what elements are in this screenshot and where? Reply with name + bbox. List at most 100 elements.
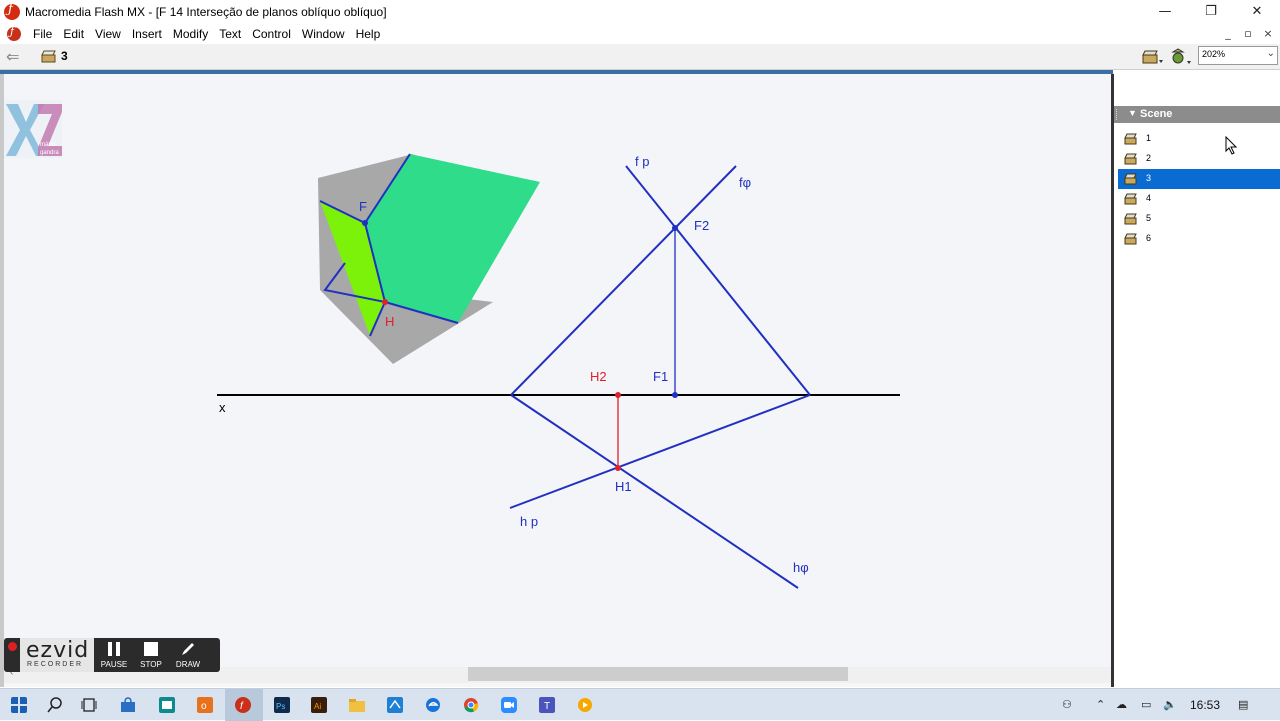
svg-text:Ps: Ps [276,702,285,711]
pause-label: PAUSE [100,660,128,669]
trace-fp [625,165,811,396]
draw-button[interactable]: DRAW [170,638,206,672]
clapperboard-icon [1124,173,1137,185]
scene-item-3[interactable]: 3 [1118,169,1280,189]
scene-item-label: 6 [1146,233,1152,243]
scene-panel-header[interactable]: ▼ Scene [1114,106,1280,123]
doc-close-button[interactable]: × [1260,25,1276,41]
close-button[interactable]: ✕ [1234,0,1280,23]
ezvid-logo: ezvid RECORDER [20,638,94,672]
media-player-icon[interactable] [577,697,593,713]
doc-minimize-button[interactable]: _ [1220,25,1236,41]
label-fphi: fφ [739,175,751,190]
scene-item-1[interactable]: 1 [1118,129,1280,149]
watermark-text-1: mário [40,142,56,148]
grip-icon[interactable] [1116,109,1120,120]
svg-text:Ai: Ai [314,702,321,711]
scene-item-2[interactable]: 2 [1118,149,1280,169]
minimize-button[interactable]: — [1142,0,1188,23]
menu-bar: File Edit View Insert Modify Text Contro… [0,23,1280,44]
store-icon[interactable] [120,697,136,713]
menu-control[interactable]: Control [249,27,299,41]
document-icon[interactable] [7,25,21,41]
scene-panel-title: Scene [1140,108,1173,120]
menu-view[interactable]: View [92,27,129,41]
menu-insert[interactable]: Insert [129,27,170,41]
label-fp: f p [635,154,649,169]
ezvid-recorder-toolbar: ezvid RECORDER PAUSE STOP DRAW [4,638,220,672]
pencil-icon [182,643,194,655]
current-scene-label: 3 [61,49,68,63]
solid-label-H: H [385,314,394,329]
teams-icon[interactable]: T [539,697,555,713]
back-arrow-icon[interactable]: ⇐ [6,47,19,66]
app-teal-icon[interactable] [159,697,175,713]
scroll-thumb[interactable] [468,667,848,681]
menu-edit[interactable]: Edit [60,27,92,41]
scene-item-label: 2 [1146,153,1152,163]
notifications-icon[interactable]: ▤ [1238,698,1248,711]
battery-icon[interactable]: ▭ [1141,698,1151,711]
zoom-select[interactable]: 202% ⌄ [1198,46,1278,65]
file-explorer-icon[interactable] [349,697,365,713]
ezvid-logo-subtext: RECORDER [27,661,84,668]
windows-start-icon[interactable] [11,697,27,713]
scene-item-4[interactable]: 4 [1118,189,1280,209]
chrome-icon[interactable] [463,697,479,713]
clapperboard-icon [1124,233,1137,245]
collapse-triangle-icon[interactable]: ▼ [1128,108,1137,118]
volume-icon[interactable]: 🔈 [1163,698,1177,711]
edit-symbols-icon[interactable] [1170,48,1192,66]
label-hp: h p [520,514,538,529]
pause-button[interactable]: PAUSE [96,638,132,672]
menu-modify[interactable]: Modify [170,27,216,41]
task-view-icon[interactable] [81,697,97,713]
label-F2: F2 [694,218,709,233]
zoom-app-icon[interactable] [501,697,517,713]
edit-bar: ⇐ 3 202% ⌄ [0,44,1280,70]
chevron-down-icon[interactable]: ⌄ [1267,48,1275,59]
photoshop-icon[interactable]: Ps [274,697,290,713]
stop-button[interactable]: STOP [133,638,169,672]
label-F1: F1 [653,369,668,384]
restore-button[interactable]: ❐ [1188,0,1234,23]
drawing-canvas: F H x f p fφ F2 F1 H2 H1 h p hφ [217,153,900,589]
menu-file[interactable]: File [30,27,60,41]
scene-item-5[interactable]: 5 [1118,209,1280,229]
edit-scene-icon[interactable] [1142,49,1164,65]
label-hphi: hφ [793,560,809,575]
network-app-icon[interactable] [387,697,403,713]
scene-item-label: 1 [1146,133,1152,143]
solid-point-F [362,220,368,226]
svg-text:o: o [201,701,207,712]
clock[interactable]: 16:53 [1190,698,1220,712]
scene-item-6[interactable]: 6 [1118,229,1280,249]
scene-item-label: 3 [1146,173,1152,183]
point-F2 [672,225,678,231]
search-icon[interactable] [47,697,63,713]
zoom-value: 202% [1202,49,1226,59]
doc-restore-button[interactable]: ▫ [1240,25,1256,41]
menu-text[interactable]: Text [216,27,249,41]
window-title: Macromedia Flash MX - [F 14 Interseção d… [25,4,387,19]
illustrator-icon[interactable]: Ai [311,697,327,713]
label-H2: H2 [590,369,607,384]
menu-help[interactable]: Help [353,27,389,41]
record-indicator-icon [8,642,17,651]
flash-app-icon[interactable] [4,2,20,20]
people-icon[interactable]: ⚇ [1062,698,1072,711]
flash-taskbar-icon[interactable]: f [235,697,251,713]
tray-chevron-up-icon[interactable]: ⌃ [1096,698,1105,711]
onedrive-cloud-icon[interactable]: ☁ [1116,698,1127,711]
clapperboard-icon [1124,193,1137,205]
solid-label-F: F [359,199,367,214]
title-bar: Macromedia Flash MX - [F 14 Interseção d… [0,0,1280,23]
stage[interactable]: F H x f p fφ F2 F1 H2 H1 h p hφ [4,74,1114,667]
trace-fphi [510,165,737,396]
watermark-text-2: gandra [40,150,59,156]
menu-window[interactable]: Window [299,27,353,41]
point-F1 [672,392,678,398]
clapperboard-icon [41,50,56,63]
edge-icon[interactable] [425,697,441,713]
office-icon[interactable]: o [197,697,213,713]
